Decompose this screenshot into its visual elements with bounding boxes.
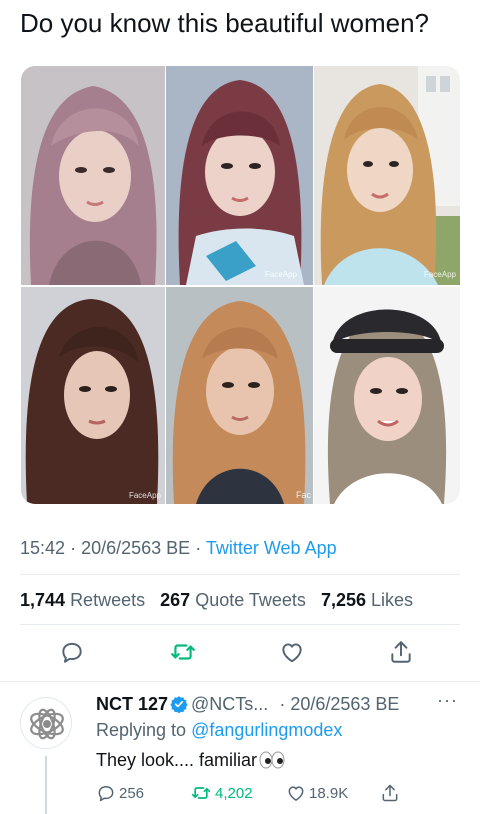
photo-5[interactable]: Fac [166,287,313,504]
quote-count: 267 [160,590,191,610]
replying-prefix: Replying to [96,720,187,740]
like-icon [282,643,302,663]
reply-retweet-count: 4,202 [215,784,253,802]
divider [20,574,460,575]
retweets-label: Retweets [70,590,146,610]
divider [20,624,460,625]
tweet-actions [0,637,480,667]
reply-like-button[interactable]: 18.9K [286,783,348,803]
reply-button[interactable] [56,637,88,667]
photo-grid: FaceApp FaceApp FaceApp Fac [21,66,460,504]
like-icon [288,786,304,801]
quote-label: Quote Tweets [195,590,306,610]
faceapp-watermark: FaceApp [128,491,161,500]
divider [0,681,480,682]
reply-reply-count: 256 [119,784,145,802]
share-icon [391,641,411,663]
meta-dot: · [70,538,77,558]
thread-line [45,756,47,814]
faceapp-watermark: Fac [295,490,311,500]
avatar[interactable] [20,697,72,749]
reply-date: · 20/6/2563 BE [279,694,400,714]
photo-4[interactable]: FaceApp [21,287,165,504]
retweet-button[interactable] [167,637,199,667]
likes-label: Likes [371,590,414,610]
tweet-source-link[interactable]: Twitter Web App [206,538,337,558]
replying-to: Replying to @fangurlingmodex [96,720,342,741]
share-icon [382,784,398,802]
reply-actions: 256 4,202 18.9K [96,783,466,807]
reply-text: They look.... familiar [96,750,258,770]
reply-author-handle[interactable]: @NCTs... [191,694,268,714]
faceapp-watermark: FaceApp [264,270,297,279]
retweets-stat[interactable]: 1,744 Retweets [20,590,145,610]
likes-stat[interactable]: 7,256 Likes [321,590,413,610]
reply-text-container: They look.... familiar [96,750,286,771]
retweet-icon [171,644,195,660]
retweets-count: 1,744 [20,590,66,610]
photo-6[interactable] [314,287,460,504]
verified-icon [170,696,188,713]
tweet-stats: 1,744 Retweets 267 Quote Tweets 7,256 Li… [20,590,413,611]
nct-logo-icon [22,699,71,748]
photo-1[interactable] [21,66,165,285]
faceapp-watermark: FaceApp [423,270,456,279]
likes-count: 7,256 [320,590,366,610]
reply-icon [62,642,82,663]
tweet-text: Do you know this beautiful women? [20,8,430,38]
reply-like-count: 18.9K [309,784,349,802]
retweet-icon [191,787,211,799]
tweet-date: 20/6/2563 BE [81,538,191,558]
quote-tweets-stat[interactable]: 267 Quote Tweets [160,590,306,610]
reply-retweet-button[interactable]: 4,202 [190,783,253,803]
photo-2[interactable]: FaceApp [166,66,313,285]
reply-reply-button[interactable]: 256 [96,783,144,803]
reply-header: NCT 127 @NCTs... · 20/6/2563 BE [96,694,399,715]
reply-share-button[interactable] [380,783,400,803]
reply-icon [98,786,114,802]
meta-dot: · [195,538,202,558]
like-button[interactable] [276,637,308,667]
replying-handle-link[interactable]: @fangurlingmodex [191,720,342,740]
more-icon[interactable]: ··· [437,690,458,711]
eyes-emoji [259,751,285,769]
reply-author-name[interactable]: NCT 127 [96,694,168,714]
tweet-meta: 15:42 · 20/6/2563 BE · Twitter Web App [20,538,337,559]
tweet-time: 15:42 [20,538,66,558]
photo-3[interactable]: FaceApp [314,66,460,285]
share-button[interactable] [385,637,417,667]
